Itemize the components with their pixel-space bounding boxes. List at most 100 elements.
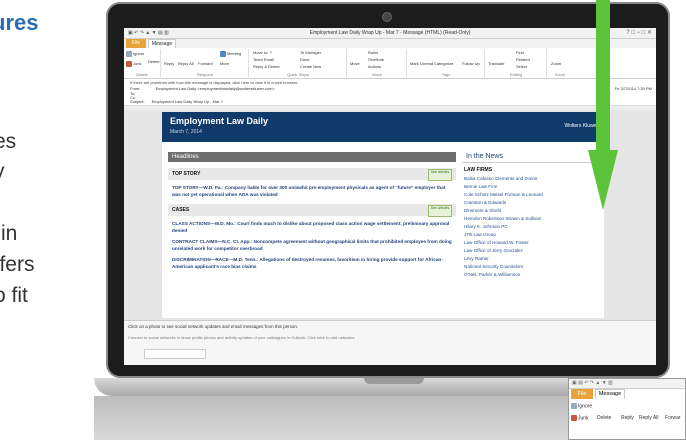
inset-delete-button[interactable]: Delete xyxy=(597,415,611,421)
ribbon-group-label: Editing xyxy=(509,72,523,77)
ribbon-group-delete: Ignore Junk Delete Delete xyxy=(124,49,161,77)
law-firms-heading: LAW FIRMS xyxy=(464,167,493,173)
actions-button[interactable]: Actions xyxy=(368,64,381,69)
junk-icon xyxy=(126,61,132,67)
law-firm-link[interactable]: Ballot Cafasso Clements and Zonnir xyxy=(464,176,602,181)
case-link[interactable]: CONTRACT CLAIMS—N.C. Ct. App.: Noncompet… xyxy=(172,238,452,252)
select-button[interactable]: Select xyxy=(516,64,527,69)
newsletter-date: March 7, 2014 xyxy=(170,129,202,135)
ribbon-group-quick-steps: Move to: ? Team Email Reply & Delete To … xyxy=(250,49,347,77)
meeting-button[interactable]: Meeting xyxy=(220,51,241,57)
inset-tab-file[interactable]: File xyxy=(571,389,593,399)
see-articles-button[interactable]: See Articles xyxy=(428,205,452,217)
people-pane: Click on a photo to see social network u… xyxy=(124,320,656,365)
side-heading: ures xyxy=(0,10,39,35)
case-link[interactable]: CLASS ACTIONS—W.D. Mo.: Court finds much… xyxy=(172,220,452,234)
sent-timestamp: Fri 3/7/2014 7:30 PM xyxy=(614,86,652,91)
window-title: Employment Law Daily Wrap Up - Mar 7 - M… xyxy=(309,30,471,36)
ribbon-group-label: Move xyxy=(372,72,382,77)
find-button[interactable]: Find xyxy=(516,50,524,55)
ribbon: Ignore Junk Delete Delete Reply Reply Al… xyxy=(124,48,656,79)
delete-button[interactable]: Delete xyxy=(148,59,160,64)
reply-all-button[interactable]: Reply All xyxy=(178,61,194,66)
ignore-icon xyxy=(571,403,577,409)
translate-button[interactable]: Translate xyxy=(488,61,505,66)
law-firms-list: Ballot Cafasso Clements and Zonnir Bernie… xyxy=(462,176,602,277)
connect-networks-link[interactable]: Connect to social networks to show profi… xyxy=(128,335,355,340)
zoom-button[interactable]: Zoom xyxy=(551,61,561,66)
ribbon-group-label: Delete xyxy=(136,72,148,77)
side-line-2: y xyxy=(0,160,5,184)
people-pane-hint: Click on a photo to see social network u… xyxy=(128,324,299,329)
green-arrow-icon xyxy=(588,0,618,210)
law-firm-link[interactable]: Bernie Law Firm xyxy=(464,184,602,189)
message-body[interactable]: Employment Law Daily March 7, 2014 Wolte… xyxy=(124,110,656,320)
newsletter-title: Employment Law Daily xyxy=(170,116,269,126)
people-pane-box xyxy=(144,349,206,359)
law-firm-link[interactable]: Herndon Robertson Strawn & Sullivan xyxy=(464,216,602,221)
inset-forward-button[interactable]: Forwar xyxy=(665,415,681,421)
display-problem-notice[interactable]: If there are problems with how this mess… xyxy=(130,80,298,85)
law-firm-link[interactable]: Law Office of Jerry Gonzalez xyxy=(464,248,602,253)
cases-section: CASES See Articles xyxy=(168,204,456,217)
headlines-column: Headlines TOP STORY See Articles TOP STO… xyxy=(168,152,456,274)
ribbon-tabs: File Message xyxy=(124,39,656,48)
forward-button[interactable]: Forward xyxy=(198,61,213,66)
case-link[interactable]: DISCRIMINATION—RACE—M.D. Tenn.: Allegati… xyxy=(172,256,452,270)
law-firm-link[interactable]: JTB Law Group xyxy=(464,232,602,237)
ignore-icon xyxy=(126,51,132,57)
move-to-step[interactable]: Move to: ? xyxy=(253,50,272,55)
onenote-button[interactable]: OneNote xyxy=(368,57,384,62)
mark-unread-button[interactable]: Mark Unread xyxy=(410,61,433,66)
inset-reply-all-button[interactable]: Reply All xyxy=(639,415,658,421)
ignore-button[interactable]: Ignore xyxy=(126,51,144,57)
zoomed-ribbon-inset: ▣ ▤ ↶ ↷ ▲ ▼ ▥ File Message Ignore Junk D… xyxy=(568,378,686,440)
from-value: Employment Law Daily <employmentlawdaily… xyxy=(155,86,275,91)
create-new-step[interactable]: Create New xyxy=(300,64,321,69)
inset-ignore-button[interactable]: Ignore xyxy=(571,403,592,409)
law-firm-link[interactable]: Levy Ratner xyxy=(464,256,602,261)
in-the-news-column: In the News LAW FIRMS Ballot Cafasso Cle… xyxy=(462,152,602,280)
more-button[interactable]: More xyxy=(220,61,229,66)
subject-row: Subject: Employment Law Daily Wrap Up - … xyxy=(130,99,223,104)
inset-quick-access[interactable]: ▣ ▤ ↶ ↷ ▲ ▼ ▥ xyxy=(569,379,685,389)
follow-up-button[interactable]: Follow Up xyxy=(462,61,480,66)
inset-reply-button[interactable]: Reply xyxy=(621,415,634,421)
cases-label: CASES xyxy=(172,207,190,213)
tab-message[interactable]: Message xyxy=(148,39,176,48)
law-firm-link[interactable]: National Security Counselors xyxy=(464,264,602,269)
ribbon-group-zoom: Zoom Zoom xyxy=(548,49,572,77)
junk-icon xyxy=(571,415,577,421)
title-bar: ▣ ↶ ↷ ▲ ▼ ▤ ▥ Employment Law Daily Wrap … xyxy=(124,28,656,39)
reply-delete-step[interactable]: Reply & Delete xyxy=(253,64,280,69)
top-story-section: TOP STORY See Articles xyxy=(168,168,456,181)
law-firm-link[interactable]: Law Office of Howard W. Foster xyxy=(464,240,602,245)
related-button[interactable]: Related xyxy=(516,57,530,62)
team-email-step[interactable]: Team Email xyxy=(253,57,274,62)
move-button[interactable]: Move xyxy=(350,61,360,66)
see-articles-button[interactable]: See Articles xyxy=(428,169,452,181)
inset-junk-button[interactable]: Junk xyxy=(571,415,589,421)
to-manager-step[interactable]: To Manager xyxy=(300,50,321,55)
tab-file[interactable]: File xyxy=(126,39,146,48)
inset-tab-message[interactable]: Message xyxy=(595,389,625,399)
side-line-3: -in xyxy=(0,222,18,245)
junk-button[interactable]: Junk xyxy=(126,61,141,67)
window-controls[interactable]: ? □ − □ ✕ xyxy=(626,29,652,36)
law-firm-link[interactable]: Dinsmore & Shohl xyxy=(464,208,602,213)
categorize-button[interactable]: Categorize xyxy=(434,61,453,66)
law-firm-link[interactable]: O'Neil, Parker & Williamson xyxy=(464,272,602,277)
ribbon-group-tags: Mark Unread Categorize Follow Up Tags xyxy=(408,49,485,77)
headlines-heading: Headlines xyxy=(168,152,456,162)
law-firm-link[interactable]: Hilary K. Johnson PC xyxy=(464,224,602,229)
side-marketing-text: ures es y -in ffers o fit xyxy=(0,0,110,440)
done-step[interactable]: Done xyxy=(300,57,310,62)
rules-button[interactable]: Rules xyxy=(368,50,378,55)
from-row: From: Employment Law Daily <employmentla… xyxy=(130,86,275,91)
reply-button[interactable]: Reply xyxy=(164,61,174,66)
law-firm-link[interactable]: Cole Schotz Meisel Forman & Leonard xyxy=(464,192,602,197)
law-firm-link[interactable]: Cranston & Edwards xyxy=(464,200,602,205)
top-story-link[interactable]: TOP STORY—W.D. Pa.: Company liable for o… xyxy=(172,184,452,198)
ribbon-group-label: Quick Steps xyxy=(287,72,309,77)
meeting-icon xyxy=(220,51,226,57)
